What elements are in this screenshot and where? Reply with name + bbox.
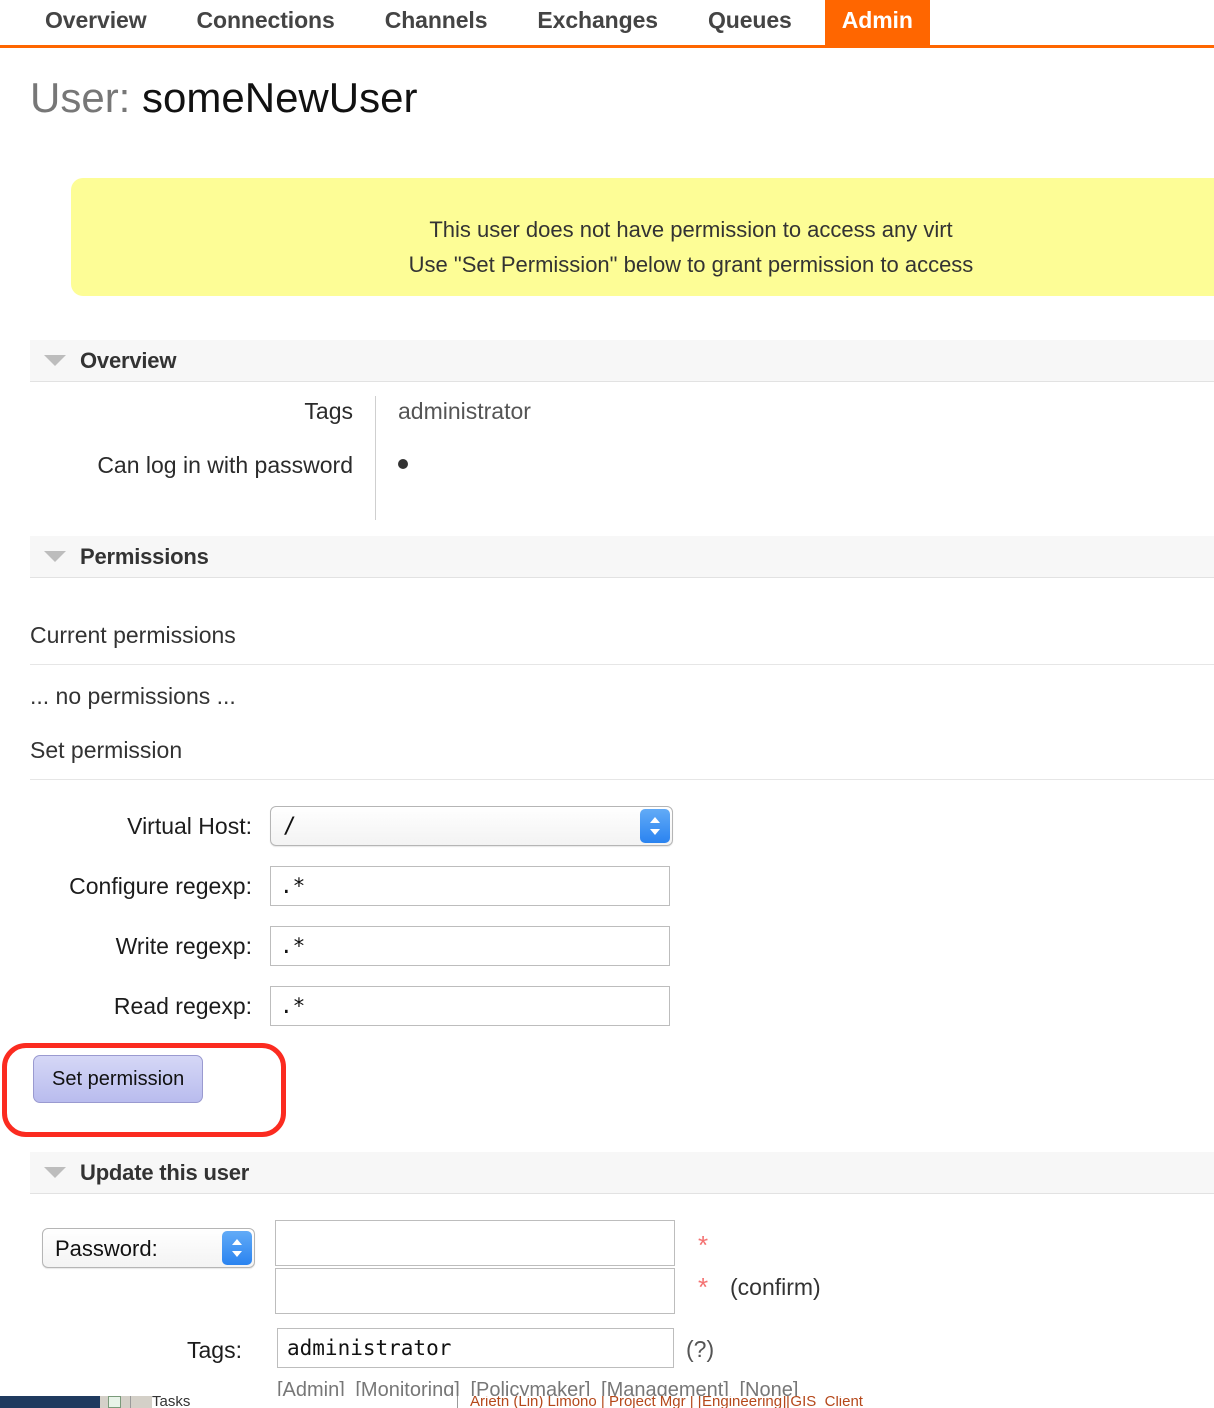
form-row-write-regexp: Write regexp: .* (30, 926, 670, 966)
background-window-strip: Tasks Arietn (Lin) Limono | Project Mgr … (0, 1396, 1214, 1408)
set-permission-button-wrapper: Set permission (33, 1055, 204, 1103)
read-regexp-input[interactable]: .* (270, 986, 670, 1026)
nav-tab-queues[interactable]: Queues (691, 0, 809, 45)
overview-row-can-login: Can log in with password (30, 450, 630, 520)
overview-label-tags: Tags (304, 398, 353, 424)
rabbitmq-management-page: Overview Connections Channels Exchanges … (0, 0, 1214, 1408)
select-stepper-icon[interactable] (640, 809, 670, 843)
overview-value-can-login (375, 450, 408, 520)
form-row-read-regexp: Read regexp: .* (30, 986, 670, 1026)
virtual-host-select[interactable]: / (270, 806, 673, 846)
no-permissions-text: ... no permissions ... (30, 683, 236, 709)
background-row-text: Arietn (Lin) Limono | Project Mgr | [Eng… (470, 1396, 863, 1408)
label-write-regexp: Write regexp: (115, 933, 252, 959)
page-title: User: someNewUser (30, 72, 417, 124)
password-confirm-label: (confirm) (730, 1274, 821, 1300)
current-permissions-label: Current permissions (30, 620, 1214, 665)
nav-tab-channels[interactable]: Channels (368, 0, 505, 45)
form-row-virtual-host: Virtual Host: / (30, 806, 673, 846)
nav-tab-overview[interactable]: Overview (28, 0, 164, 45)
overview-label-can-login: Can log in with password (97, 452, 353, 478)
background-cell-text: Tasks (152, 1396, 191, 1408)
nav-tab-connections[interactable]: Connections (180, 0, 352, 45)
page-title-prefix: User: (30, 74, 131, 121)
permission-warning-banner: This user does not have permission to ac… (71, 178, 1214, 296)
select-stepper-icon[interactable] (222, 1231, 252, 1265)
password-input[interactable] (275, 1220, 675, 1266)
warning-line-2: Use "Set Permission" below to grant perm… (408, 252, 974, 277)
chevron-down-icon (44, 551, 66, 562)
password-type-select[interactable]: Password: (42, 1228, 255, 1268)
required-marker-password-confirm: * (698, 1272, 709, 1302)
background-cell-divider (457, 1396, 458, 1408)
section-title-permissions: Permissions (80, 543, 209, 569)
warning-line-1: This user does not have permission to ac… (429, 217, 953, 242)
required-marker-password: * (698, 1230, 709, 1260)
bullet-icon (398, 459, 408, 469)
section-title-overview: Overview (80, 347, 177, 373)
tags-input[interactable]: administrator (277, 1328, 674, 1368)
chevron-down-icon (44, 355, 66, 366)
section-header-update-user[interactable]: Update this user (30, 1152, 1214, 1194)
overview-value-tags: administrator (375, 396, 531, 450)
chevron-down-icon (44, 1167, 66, 1178)
label-virtual-host: Virtual Host: (127, 813, 252, 839)
configure-regexp-input[interactable]: .* (270, 866, 670, 906)
background-window-sidebar (0, 1396, 100, 1408)
overview-table: Tags administrator Can log in with passw… (30, 396, 630, 520)
set-permission-button[interactable]: Set permission (33, 1055, 204, 1103)
label-configure-regexp: Configure regexp: (69, 873, 252, 899)
label-read-regexp: Read regexp: (113, 993, 252, 1019)
set-permission-label: Set permission (30, 735, 1214, 780)
form-row-configure-regexp: Configure regexp: .* (30, 866, 670, 906)
background-cell-divider (130, 1396, 131, 1408)
write-regexp-input[interactable]: .* (270, 926, 670, 966)
main-navigation: Overview Connections Channels Exchanges … (0, 0, 1214, 48)
section-header-overview[interactable]: Overview (30, 340, 1214, 382)
section-header-permissions[interactable]: Permissions (30, 536, 1214, 578)
page-title-username: someNewUser (142, 74, 418, 121)
password-confirm-input[interactable] (275, 1268, 675, 1314)
section-title-update-user: Update this user (80, 1159, 250, 1185)
spreadsheet-icon (108, 1396, 121, 1408)
virtual-host-select-value: / (283, 814, 297, 839)
label-tags: Tags: (187, 1337, 242, 1363)
tags-help-link[interactable]: (?) (686, 1334, 714, 1364)
nav-tab-exchanges[interactable]: Exchanges (520, 0, 675, 45)
nav-tab-admin[interactable]: Admin (824, 0, 930, 45)
overview-row-tags: Tags administrator (30, 396, 630, 450)
nav-list: Overview Connections Channels Exchanges … (0, 0, 1214, 45)
